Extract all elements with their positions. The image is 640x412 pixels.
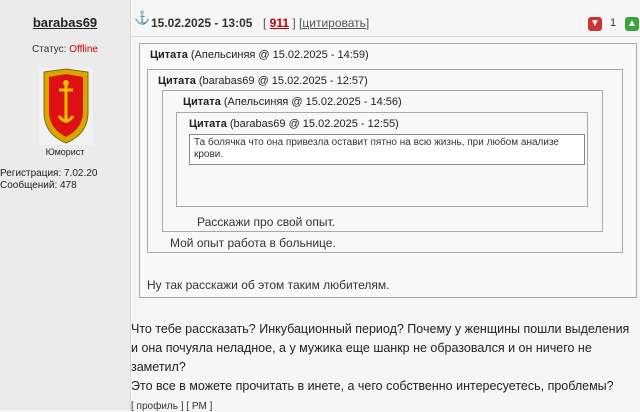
message-count: Сообщений: 478 bbox=[0, 180, 77, 191]
author-panel: barabas69 Статус: Offline Юморист Регист… bbox=[0, 0, 131, 410]
quote-label-1: Цитата bbox=[150, 49, 188, 61]
vote-count: 1 bbox=[610, 17, 617, 29]
registration-date: Регистрация: 7.02.20 bbox=[0, 168, 98, 179]
avatar bbox=[39, 68, 93, 145]
quote-meta-1: (Апельсиняя @ 15.02.2025 - 14:59) bbox=[190, 49, 369, 61]
quote-innermost-text: Та болячка что она привезла оставит пятн… bbox=[189, 134, 585, 165]
anchor-icon[interactable]: ⚓ bbox=[134, 10, 150, 26]
quote-meta-4: (barabas69 @ 15.02.2025 - 12:55) bbox=[229, 118, 399, 130]
quote-title-4: Цитата (barabas69 @ 15.02.2025 - 12:55) bbox=[189, 118, 399, 130]
message-line-2: и она почуяла неладное, а у мужика еще ш… bbox=[131, 341, 592, 355]
quote-title-2: Цитата (barabas69 @ 15.02.2025 - 12:57) bbox=[158, 75, 368, 87]
quote-block-3: Цитата (Апельсиняя @ 15.02.2025 - 14:56)… bbox=[162, 90, 603, 232]
thumbs-up-icon[interactable]: ▲ bbox=[625, 17, 639, 31]
quote-label-4: Цитата bbox=[189, 118, 227, 130]
user-rank: Юморист bbox=[45, 147, 85, 157]
user-status: Статус: Offline bbox=[0, 44, 130, 55]
quote-button[interactable]: цитировать bbox=[302, 16, 366, 30]
post-message: Что тебе рассказать? Инкубационный перио… bbox=[131, 320, 640, 396]
post-body: ⚓ 15.02.2025 - 13:05 [ 911 ] [цитировать… bbox=[131, 0, 640, 412]
thumbs-down-icon[interactable]: ▼ bbox=[588, 17, 602, 31]
quote-block-2: Цитата (barabas69 @ 15.02.2025 - 12:57) … bbox=[147, 69, 623, 253]
post-number-link[interactable]: 911 bbox=[270, 16, 289, 30]
quote-title-3: Цитата (Апельсиняя @ 15.02.2025 - 14:56) bbox=[183, 96, 402, 108]
quote-meta-3: (Апельсиняя @ 15.02.2025 - 14:56) bbox=[223, 96, 402, 108]
vote-controls: ▼ 1 ▲ bbox=[580, 13, 640, 35]
username-link[interactable]: barabas69 bbox=[0, 15, 130, 30]
quote-label-3: Цитата bbox=[183, 96, 221, 108]
quote-meta-2: (barabas69 @ 15.02.2025 - 12:57) bbox=[198, 75, 368, 87]
status-value: Offline bbox=[69, 44, 98, 55]
quote-block-1: Цитата (Апельсиняя @ 15.02.2025 - 14:59)… bbox=[139, 43, 637, 298]
post-header: ⚓ 15.02.2025 - 13:05 [ 911 ] [цитировать… bbox=[131, 0, 640, 37]
post-datetime: 15.02.2025 - 13:05 bbox=[151, 16, 253, 30]
post-footer-links[interactable]: [ профиль ] [ PM ] bbox=[131, 401, 212, 412]
message-line-1: Что тебе рассказать? Инкубационный перио… bbox=[131, 322, 630, 336]
user-meta: Регистрация: 7.02.20 Сообщений: 478 bbox=[0, 168, 97, 192]
quote-block-4: Цитата (barabas69 @ 15.02.2025 - 12:55) … bbox=[176, 112, 588, 207]
post-number-group: [ 911 ] [цитировать] bbox=[263, 16, 370, 30]
quote-title-1: Цитата (Апельсиняя @ 15.02.2025 - 14:59) bbox=[150, 49, 369, 61]
quote-reply-1: Ну так расскажи об этом таким любителям. bbox=[147, 278, 390, 292]
status-label: Статус: bbox=[32, 44, 67, 55]
quote-label-2: Цитата bbox=[158, 75, 196, 87]
message-line-4: Это все в можете прочитать в инете, а че… bbox=[131, 379, 614, 393]
quote-reply-3: Расскажи про свой опыт. bbox=[197, 215, 335, 229]
quote-reply-2: Мой опыт работа в больнице. bbox=[170, 236, 336, 250]
message-line-3: заметил? bbox=[131, 360, 186, 374]
